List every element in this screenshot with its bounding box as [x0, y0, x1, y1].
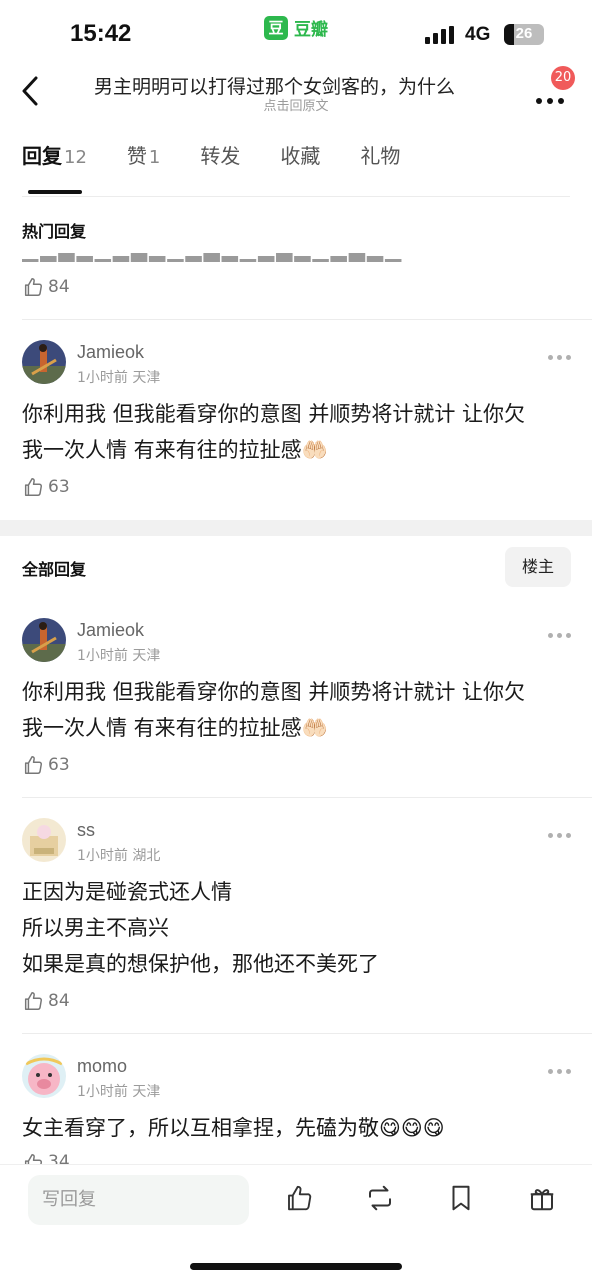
comment-meta: 1小时前 天津 [77, 370, 161, 386]
comment-line: 正因为是碰瓷式还人情 [22, 880, 232, 904]
tab-bar: 回复 12 赞1 转发 收藏 礼物 [22, 140, 440, 196]
thumb-up-icon [24, 478, 42, 496]
battery-percent: 26 [515, 25, 533, 42]
repost-icon [369, 1185, 391, 1211]
tab-likes[interactable]: 赞1 [127, 140, 160, 194]
divider [22, 797, 592, 798]
all-replies-title: 全部回复 [22, 560, 87, 579]
tab-label: 赞 [126, 144, 147, 168]
comment-text: 你利用我 但我能看穿你的意图 并顺势将计就计 让你欠 我一次人情 有来有往的拉扯… [22, 674, 572, 746]
comment-line: 女主看穿了，所以互相拿捏，先磕为敬😋😋😋 [22, 1116, 445, 1140]
thumb-up-icon [24, 278, 42, 296]
like-button[interactable]: 63 [22, 754, 70, 776]
comment-text: 正因为是碰瓷式还人情 所以男主不高兴 如果是真的想保护他，那他还不美死了 [22, 874, 572, 982]
comment-meta: 1小时前 天津 [77, 648, 161, 664]
battery-icon: 26 [504, 24, 544, 45]
divider [22, 319, 592, 320]
clipped-comment-text: ▁▂▃▂▁▂▃▂▁▂▃▂▁▂▃▂▁▂▃▂▁▂▃▂▁▂▃▂▁▂ [22, 252, 402, 262]
signal-icon [425, 26, 455, 44]
douban-logo-icon: 豆 [264, 15, 288, 40]
thumb-up-icon [24, 1154, 42, 1164]
like-count: 84 [48, 277, 70, 297]
comment-line: 如果是真的想保护他，那他还不美死了 [22, 952, 379, 976]
network-type: 4G [465, 24, 491, 45]
hot-replies-title: 热门回复 [22, 222, 87, 241]
username[interactable]: ss [77, 820, 95, 841]
status-bar: 15:42 豆 豆瓣 4G 26 [0, 0, 592, 62]
comment-meta: 1小时前 湖北 [77, 848, 161, 864]
comment-text: 女主看穿了，所以互相拿捏，先磕为敬😋😋😋 [22, 1110, 572, 1146]
like-count: 34 [48, 1152, 70, 1164]
tab-gifts[interactable]: 礼物 [360, 140, 400, 194]
avatar[interactable] [22, 618, 66, 662]
bottom-action-bar: 写回复 [0, 1164, 592, 1280]
username[interactable]: Jamieok [77, 342, 144, 363]
tabs-divider [22, 196, 570, 197]
like-count: 63 [48, 755, 70, 775]
app-brand: 豆 豆瓣 [264, 15, 328, 40]
thumb-up-icon [24, 756, 42, 774]
home-indicator [190, 1263, 402, 1270]
comment-line: 我一次人情 有来有往的拉扯感🤲🏻 [22, 716, 328, 740]
username[interactable]: momo [77, 1056, 127, 1077]
post-header: 男主明明可以打得过那个女剑客的，为什么 点击回原文 20 [0, 62, 592, 122]
avatar[interactable] [22, 818, 66, 862]
comment-more-button[interactable] [548, 354, 572, 362]
gift-icon [530, 1189, 554, 1211]
comment-line: 你利用我 但我能看穿你的意图 并顺势将计就计 让你欠 [22, 680, 526, 704]
repost-button[interactable] [365, 1183, 395, 1213]
reply-input[interactable]: 写回复 [28, 1175, 249, 1225]
comment-more-button[interactable] [548, 1068, 572, 1076]
like-post-button[interactable] [284, 1183, 314, 1213]
section-separator [0, 520, 592, 536]
bookmark-button[interactable] [446, 1183, 476, 1213]
status-time: 15:42 [70, 20, 132, 47]
tab-label: 收藏 [280, 144, 321, 168]
tab-label: 回复 [22, 144, 62, 168]
tab-replies[interactable]: 回复 12 [22, 140, 87, 194]
notification-badge: 20 [551, 66, 575, 90]
like-count: 84 [48, 991, 70, 1011]
back-to-original-link[interactable]: 点击回原文 [0, 95, 592, 114]
app-name: 豆瓣 [294, 20, 328, 40]
thumb-up-icon [288, 1185, 312, 1211]
comment-text: 你利用我 但我能看穿你的意图 并顺势将计就计 让你欠 我一次人情 有来有往的拉扯… [22, 396, 572, 468]
like-button[interactable]: 34 [22, 1152, 70, 1164]
like-button[interactable]: 84 [22, 276, 70, 298]
gift-button[interactable] [527, 1183, 557, 1213]
comment-line: 我一次人情 有来有往的拉扯感🤲🏻 [22, 438, 328, 462]
comment-line: 你利用我 但我能看穿你的意图 并顺势将计就计 让你欠 [22, 402, 526, 426]
tab-count: 12 [64, 147, 87, 168]
like-button[interactable]: 84 [22, 990, 70, 1012]
tab-label: 礼物 [360, 144, 401, 168]
op-only-filter-button[interactable]: 楼主 [505, 547, 571, 587]
bookmark-icon [452, 1185, 470, 1211]
divider [22, 1033, 592, 1034]
avatar[interactable] [22, 340, 66, 384]
comment-more-button[interactable] [548, 632, 572, 640]
thumb-up-icon [24, 992, 42, 1010]
like-count: 63 [48, 477, 70, 497]
tab-reposts[interactable]: 转发 [200, 140, 240, 194]
tab-label: 转发 [200, 144, 241, 168]
comment-line: 所以男主不高兴 [22, 916, 169, 940]
comment-more-button[interactable] [548, 832, 572, 840]
like-button[interactable]: 63 [22, 476, 70, 498]
tab-count: 1 [148, 147, 161, 168]
avatar[interactable] [22, 1054, 66, 1098]
username[interactable]: Jamieok [77, 620, 144, 641]
comment-meta: 1小时前 天津 [77, 1084, 161, 1100]
tab-collections[interactable]: 收藏 [280, 140, 320, 194]
